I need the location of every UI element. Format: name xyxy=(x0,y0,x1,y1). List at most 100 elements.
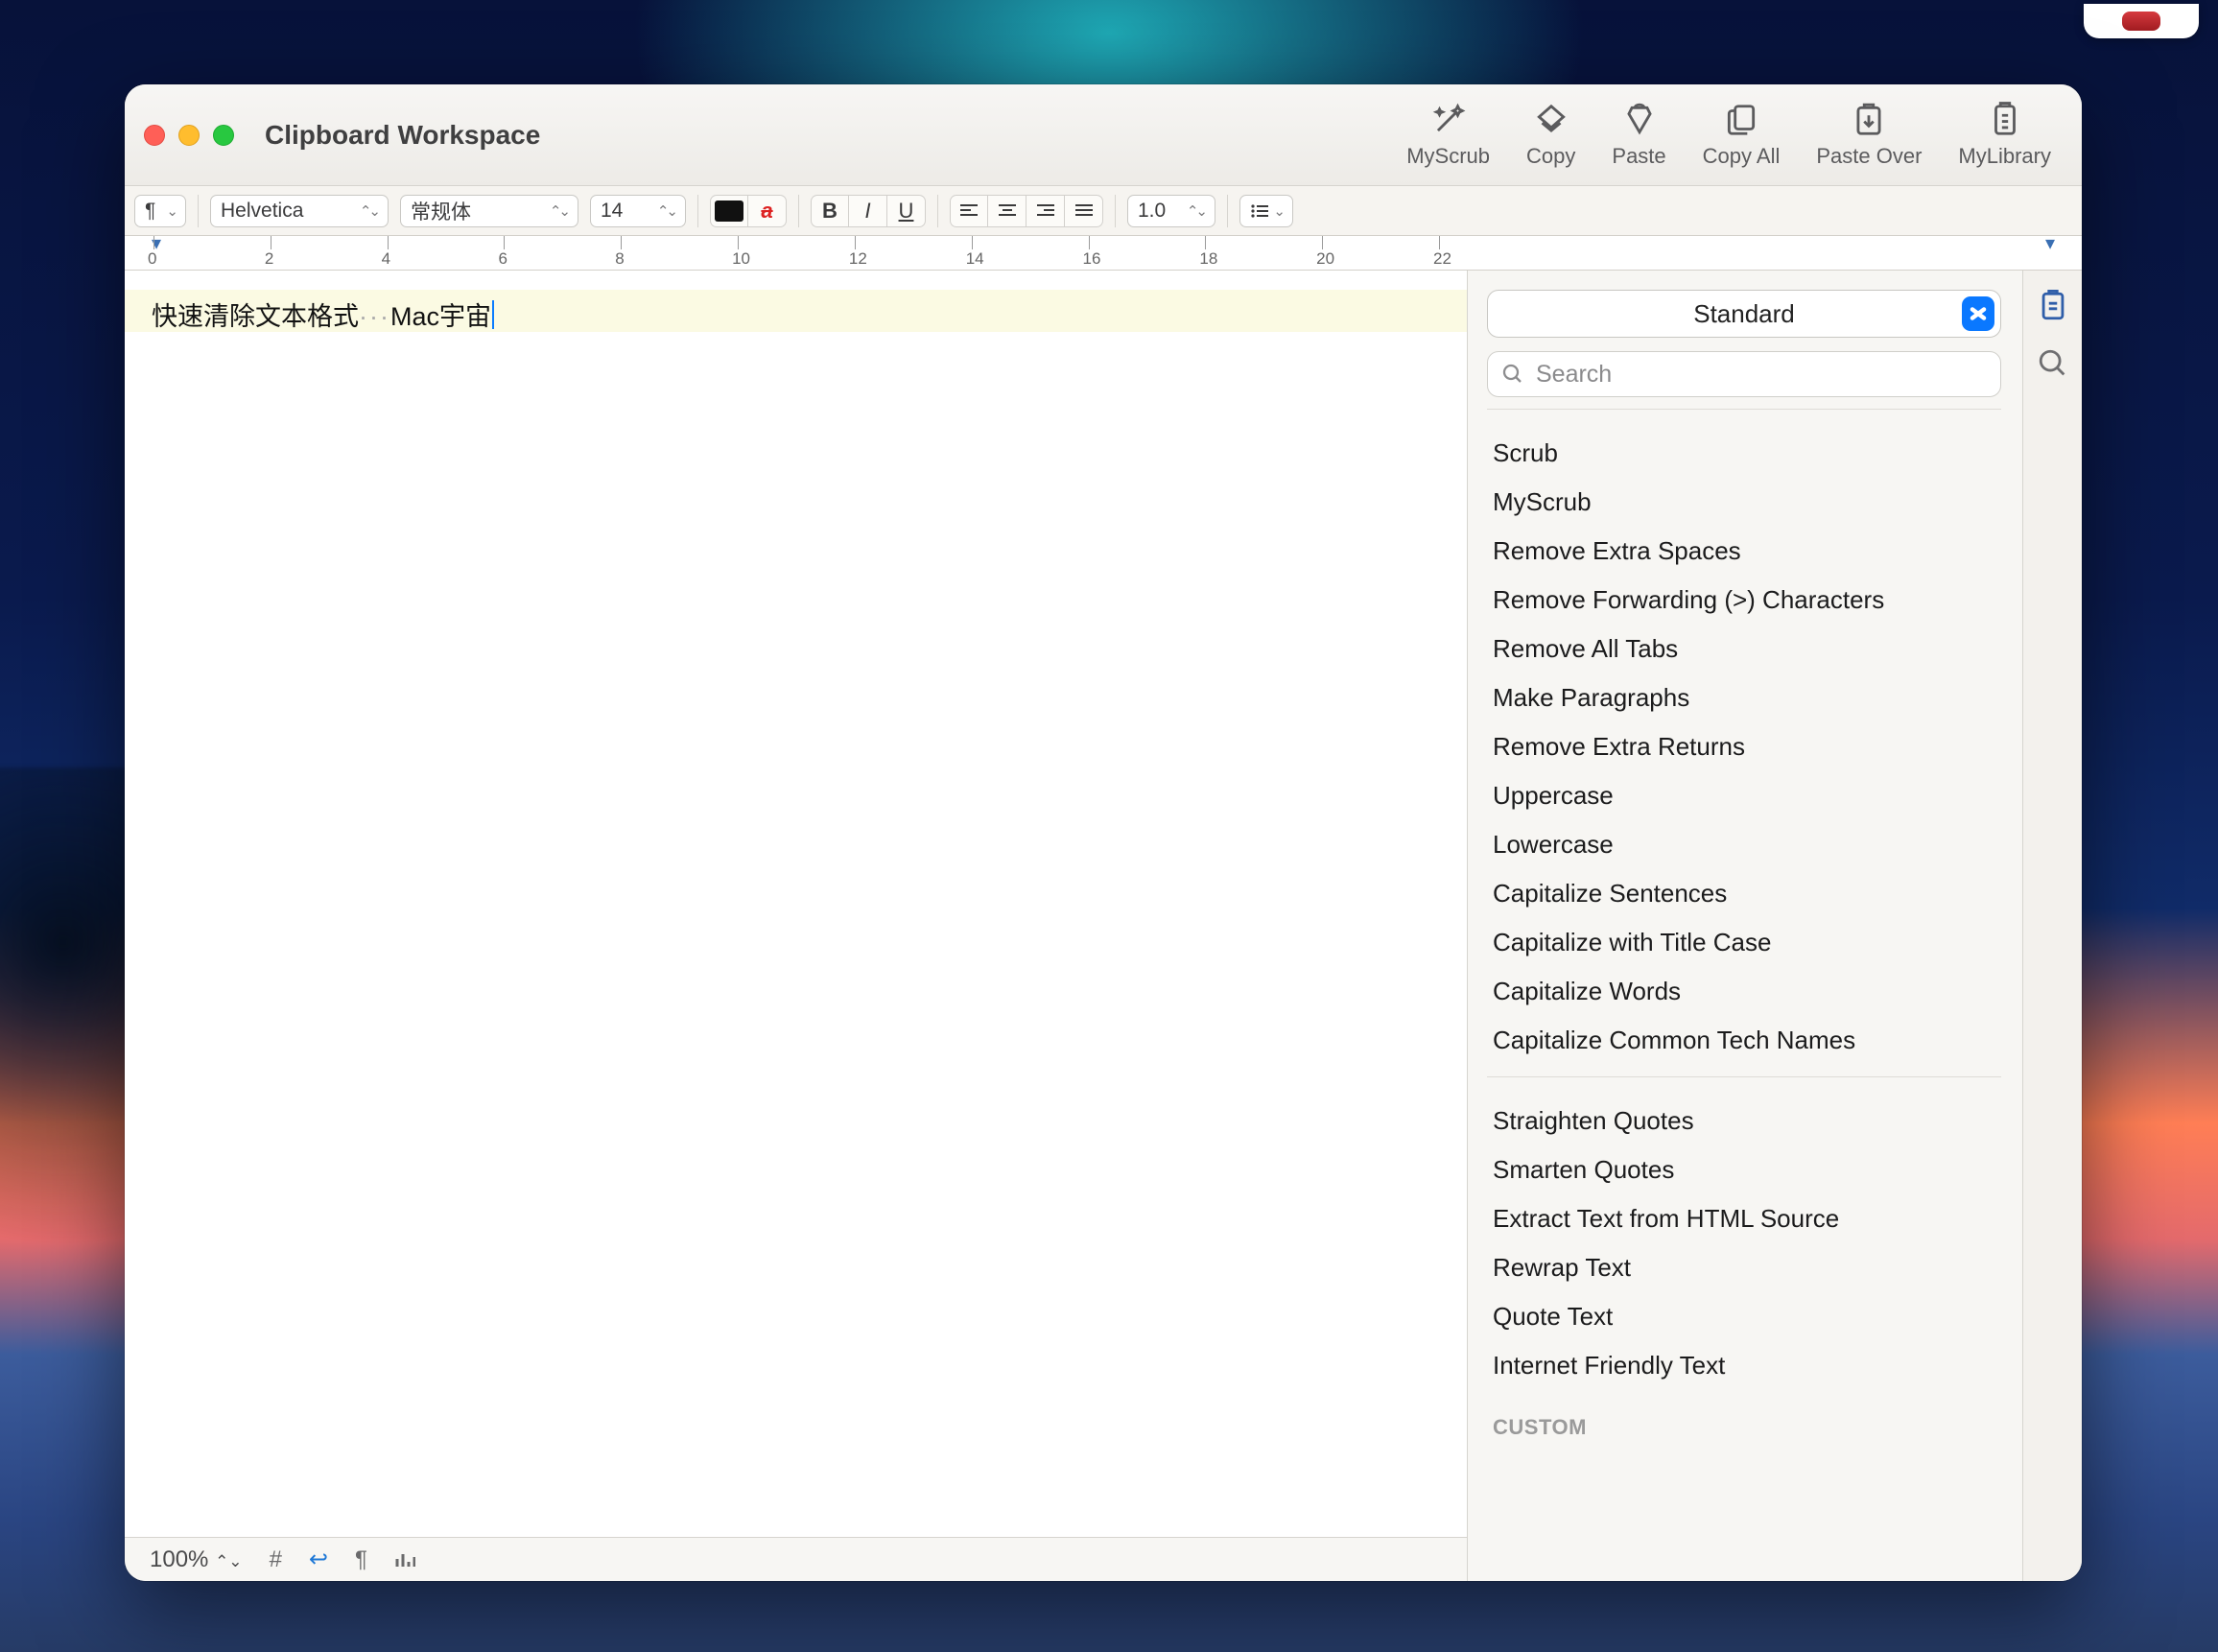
search-icon xyxy=(1501,363,1524,386)
search-placeholder: Search xyxy=(1536,361,1612,389)
preset-label: Standard xyxy=(1693,299,1795,329)
menubar-indicator xyxy=(2084,4,2199,38)
rail-search-button[interactable] xyxy=(2037,347,2069,380)
list-style-select[interactable]: ⌄ xyxy=(1239,195,1293,227)
search-input[interactable]: Search xyxy=(1487,351,2001,397)
cleaner-item[interactable]: Remove Extra Returns xyxy=(1487,722,2001,771)
toolbar-actions: MyScrub Copy Paste Copy All Paste Over M… xyxy=(1395,102,2063,169)
cleaner-item[interactable]: Capitalize Common Tech Names xyxy=(1487,1016,2001,1065)
ruler[interactable]: ▾ ▾ 0246810121416182022 xyxy=(125,236,2082,271)
font-family-select[interactable]: Helvetica⌃⌄ xyxy=(210,195,389,227)
align-justify-button[interactable] xyxy=(1065,195,1103,227)
editor-area[interactable]: 快速清除文本格式···Mac宇宙 xyxy=(125,271,1467,1537)
paste-button[interactable]: Paste xyxy=(1600,102,1677,169)
cleaner-item[interactable]: Capitalize with Title Case xyxy=(1487,918,2001,967)
align-center-icon xyxy=(998,203,1017,219)
text-tool-icon xyxy=(2037,290,2069,322)
copy-all-button[interactable]: Copy All xyxy=(1691,102,1792,169)
paragraph-style-select[interactable]: ¶⌄ xyxy=(134,195,186,227)
align-center-button[interactable] xyxy=(988,195,1026,227)
traffic-lights xyxy=(144,125,234,146)
cleaner-item[interactable]: Capitalize Words xyxy=(1487,967,2001,1016)
copy-icon xyxy=(1533,102,1569,138)
status-stats-icon[interactable] xyxy=(394,1550,415,1569)
line-spacing-value: 1.0 xyxy=(1138,200,1166,223)
clear-format-button[interactable]: a xyxy=(748,195,787,227)
mylibrary-button[interactable]: MyLibrary xyxy=(1947,102,2063,169)
font-name: Helvetica xyxy=(221,200,303,223)
wand-icon xyxy=(1430,102,1467,138)
app-window: Clipboard Workspace MyScrub Copy Paste C… xyxy=(125,84,2082,1581)
copy-all-label: Copy All xyxy=(1703,144,1781,169)
text-color-button[interactable] xyxy=(710,195,748,227)
cleaner-item[interactable]: Rewrap Text xyxy=(1487,1243,2001,1292)
zoom-level[interactable]: 100% ⌃⌄ xyxy=(150,1546,243,1573)
underline-button[interactable]: U xyxy=(887,195,926,227)
copy-button[interactable]: Copy xyxy=(1515,102,1587,169)
font-size: 14 xyxy=(601,200,623,223)
paste-over-button[interactable]: Paste Over xyxy=(1805,102,1933,169)
text-caret xyxy=(492,300,494,329)
bold-button[interactable]: B xyxy=(811,195,849,227)
sidebar-rail xyxy=(2022,271,2082,1581)
mylibrary-label: MyLibrary xyxy=(1958,144,2051,169)
paragraph-glyph: ¶ xyxy=(145,200,155,223)
color-swatch-icon xyxy=(715,201,743,222)
cleaner-item[interactable]: Straighten Quotes xyxy=(1487,1097,2001,1145)
status-bar: 100% ⌃⌄ # ↩ ¶ xyxy=(125,1537,1467,1581)
chevron-down-icon xyxy=(1962,296,1994,331)
cleaner-item[interactable]: Lowercase xyxy=(1487,820,2001,869)
cleaner-item[interactable]: Internet Friendly Text xyxy=(1487,1341,2001,1390)
bold-icon: B xyxy=(822,199,838,224)
cleaner-item[interactable]: Quote Text xyxy=(1487,1292,2001,1341)
titlebar: Clipboard Workspace MyScrub Copy Paste C… xyxy=(125,84,2082,186)
myscrub-label: MyScrub xyxy=(1406,144,1490,169)
paste-label: Paste xyxy=(1612,144,1665,169)
window-title: Clipboard Workspace xyxy=(265,120,540,151)
font-size-stepper[interactable]: 14⌃⌄ xyxy=(590,195,686,227)
align-left-button[interactable] xyxy=(950,195,988,227)
underline-icon: U xyxy=(899,199,914,224)
library-icon xyxy=(1987,102,2023,138)
font-style: 常规体 xyxy=(411,197,471,225)
cleaner-item[interactable]: Remove All Tabs xyxy=(1487,625,2001,673)
close-button[interactable] xyxy=(144,125,165,146)
align-right-icon xyxy=(1036,203,1055,219)
status-paragraph[interactable]: ¶ xyxy=(355,1546,367,1573)
editor-text: 快速清除文本格式···Mac宇宙 xyxy=(152,295,494,333)
italic-button[interactable]: I xyxy=(849,195,887,227)
cleaner-item[interactable]: Capitalize Sentences xyxy=(1487,869,2001,918)
align-left-icon xyxy=(959,203,979,219)
align-right-button[interactable] xyxy=(1026,195,1065,227)
format-bar: ¶⌄ Helvetica⌃⌄ 常规体⌃⌄ 14⌃⌄ a B I U 1.0⌃⌄ … xyxy=(125,186,2082,236)
rail-cleaners-button[interactable] xyxy=(2037,290,2069,322)
myscrub-button[interactable]: MyScrub xyxy=(1395,102,1501,169)
cleaner-item[interactable]: Uppercase xyxy=(1487,771,2001,820)
cleaner-item[interactable]: Remove Forwarding (>) Characters xyxy=(1487,576,2001,625)
clear-format-icon: a xyxy=(761,199,772,224)
paste-icon xyxy=(1621,102,1658,138)
cleaner-item[interactable]: MyScrub xyxy=(1487,478,2001,527)
cleaner-item[interactable]: Extract Text from HTML Source xyxy=(1487,1194,2001,1243)
copy-label: Copy xyxy=(1526,144,1575,169)
preset-picker[interactable]: Standard xyxy=(1487,290,2001,338)
cleaner-item[interactable]: Remove Extra Spaces xyxy=(1487,527,2001,576)
copy-all-icon xyxy=(1723,102,1759,138)
magnifier-icon xyxy=(2037,347,2069,380)
list-icon xyxy=(1250,203,1269,219)
custom-section-label: CUSTOM xyxy=(1487,1390,2001,1446)
cleaner-item[interactable]: Smarten Quotes xyxy=(1487,1145,2001,1194)
zoom-button[interactable] xyxy=(213,125,234,146)
align-justify-icon xyxy=(1074,203,1094,219)
cleaner-item[interactable]: Make Paragraphs xyxy=(1487,673,2001,722)
paste-over-icon xyxy=(1851,102,1887,138)
status-hash[interactable]: # xyxy=(270,1546,282,1573)
cleaner-item[interactable]: Scrub xyxy=(1487,429,2001,478)
minimize-button[interactable] xyxy=(178,125,200,146)
font-style-select[interactable]: 常规体⌃⌄ xyxy=(400,195,578,227)
paste-over-label: Paste Over xyxy=(1816,144,1922,169)
italic-icon: I xyxy=(864,199,870,224)
line-spacing-stepper[interactable]: 1.0⌃⌄ xyxy=(1127,195,1215,227)
sidebar: Standard Search ScrubMyScrubRemove Extra… xyxy=(1468,271,2082,1581)
status-return[interactable]: ↩ xyxy=(309,1546,328,1573)
